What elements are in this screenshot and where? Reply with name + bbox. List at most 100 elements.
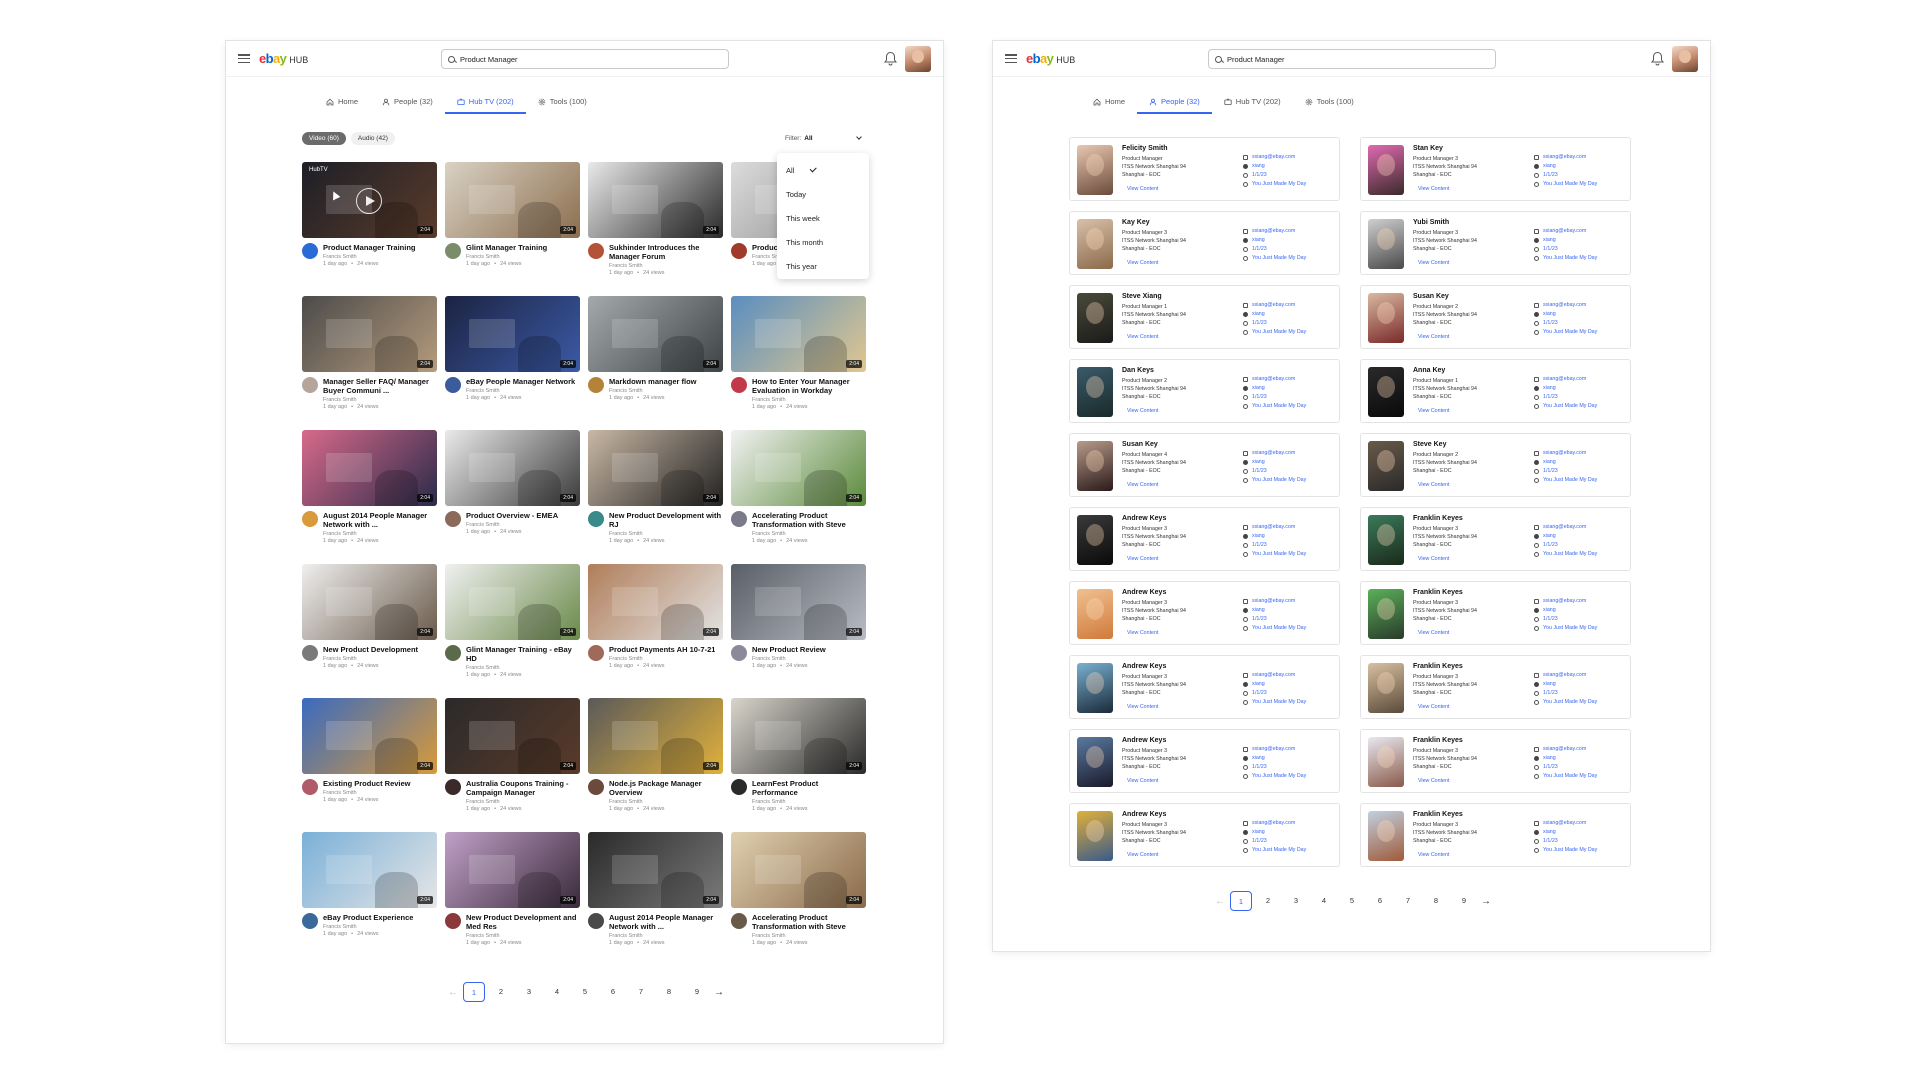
- view-content-link[interactable]: View Content: [1418, 334, 1449, 340]
- bell-icon[interactable]: [884, 51, 897, 66]
- video-title[interactable]: New Product Development and Med Res: [466, 913, 580, 931]
- person-photo[interactable]: [1077, 589, 1113, 639]
- person-note[interactable]: You Just Made My Day: [1243, 329, 1306, 335]
- video-title[interactable]: Australia Coupons Training - Campaign Ma…: [466, 779, 580, 797]
- tab-people[interactable]: People (32): [1137, 91, 1212, 114]
- person-email[interactable]: sxiang@ebay.com: [1243, 376, 1295, 382]
- person-name[interactable]: Franklin Keyes: [1413, 811, 1463, 818]
- person-photo[interactable]: [1368, 145, 1404, 195]
- dropdown-option-this-year[interactable]: This year: [777, 255, 869, 279]
- video-thumbnail[interactable]: 2:04: [588, 296, 723, 372]
- person-photo[interactable]: [1077, 737, 1113, 787]
- person-photo[interactable]: [1368, 293, 1404, 343]
- avatar[interactable]: [302, 779, 318, 795]
- person-note[interactable]: You Just Made My Day: [1534, 403, 1597, 409]
- person-card[interactable]: Yubi Smith Product Manager 3 ITSS Network …: [1360, 211, 1631, 275]
- video-card[interactable]: 2:04 Glint Manager Training Francis Smith 1…: [445, 162, 580, 296]
- avatar[interactable]: [731, 913, 747, 929]
- avatar[interactable]: [588, 779, 604, 795]
- video-thumbnail[interactable]: 2:04: [588, 832, 723, 908]
- person-user[interactable]: xiang: [1534, 533, 1556, 539]
- video-thumbnail[interactable]: 2:04: [731, 832, 866, 908]
- person-card[interactable]: Felicity Smith Product Manager ITSS Networ…: [1069, 137, 1340, 201]
- video-card[interactable]: 2:04 Accelerating Product Transformation …: [731, 832, 866, 966]
- person-name[interactable]: Franklin Keyes: [1413, 515, 1463, 522]
- page-button[interactable]: 6: [1368, 891, 1392, 911]
- person-note[interactable]: You Just Made My Day: [1243, 625, 1306, 631]
- tab-hub-tv[interactable]: Hub TV (202): [1212, 91, 1293, 114]
- person-photo[interactable]: [1368, 441, 1404, 491]
- person-code[interactable]: 1/1/23: [1243, 320, 1267, 326]
- view-content-link[interactable]: View Content: [1418, 260, 1449, 266]
- person-email[interactable]: sxiang@ebay.com: [1243, 228, 1295, 234]
- video-title[interactable]: New Product Review: [752, 645, 826, 654]
- person-photo[interactable]: [1077, 811, 1113, 861]
- person-email[interactable]: sxiang@ebay.com: [1534, 820, 1586, 826]
- person-name[interactable]: Andrew Keys: [1122, 515, 1166, 522]
- person-code[interactable]: 1/1/23: [1243, 616, 1267, 622]
- dropdown-option-all[interactable]: All: [777, 159, 869, 183]
- person-name[interactable]: Susan Key: [1413, 293, 1449, 300]
- person-name[interactable]: Andrew Keys: [1122, 737, 1166, 744]
- video-title[interactable]: Accelerating Product Transformation with…: [752, 511, 866, 529]
- person-name[interactable]: Franklin Keyes: [1413, 589, 1463, 596]
- chip-audio[interactable]: Audio (42): [350, 132, 395, 145]
- person-user[interactable]: xiang: [1534, 237, 1556, 243]
- avatar[interactable]: [588, 511, 604, 527]
- person-photo[interactable]: [1368, 367, 1404, 417]
- video-card[interactable]: 2:04 eBay Product Experience Francis Smith…: [302, 832, 437, 966]
- video-card[interactable]: HubTV 2:04 Product Manager Training Francis…: [302, 162, 437, 296]
- person-note[interactable]: You Just Made My Day: [1534, 699, 1597, 705]
- person-code[interactable]: 1/1/23: [1243, 172, 1267, 178]
- avatar[interactable]: [731, 779, 747, 795]
- view-content-link[interactable]: View Content: [1127, 704, 1158, 710]
- person-user[interactable]: xiang: [1243, 385, 1265, 391]
- person-email[interactable]: sxiang@ebay.com: [1534, 672, 1586, 678]
- video-card[interactable]: 2:04 Existing Product Review Francis Smith…: [302, 698, 437, 832]
- person-email[interactable]: sxiang@ebay.com: [1243, 302, 1295, 308]
- person-name[interactable]: Kay Key: [1122, 219, 1150, 226]
- page-button[interactable]: 7: [629, 982, 653, 1002]
- video-thumbnail[interactable]: 2:04: [302, 564, 437, 640]
- person-user[interactable]: xiang: [1534, 681, 1556, 687]
- video-thumbnail[interactable]: 2:04: [302, 430, 437, 506]
- avatar[interactable]: [588, 243, 604, 259]
- view-content-link[interactable]: View Content: [1418, 186, 1449, 192]
- video-title[interactable]: eBay Product Experience: [323, 913, 413, 922]
- avatar[interactable]: [445, 645, 461, 661]
- person-card[interactable]: Anna Key Product Manager 1 ITSS Network Sh…: [1360, 359, 1631, 423]
- page-button[interactable]: 7: [1396, 891, 1420, 911]
- video-thumbnail[interactable]: 2:04: [445, 564, 580, 640]
- avatar[interactable]: [302, 645, 318, 661]
- menu-icon[interactable]: [1005, 54, 1017, 63]
- person-user[interactable]: xiang: [1243, 311, 1265, 317]
- video-card[interactable]: 2:04 New Product Review Francis Smith 1 day…: [731, 564, 866, 698]
- person-email[interactable]: sxiang@ebay.com: [1534, 376, 1586, 382]
- avatar[interactable]: [445, 511, 461, 527]
- person-email[interactable]: sxiang@ebay.com: [1534, 746, 1586, 752]
- video-card[interactable]: 2:04 Markdown manager flow Francis Smith 1 …: [588, 296, 723, 430]
- avatar[interactable]: [588, 913, 604, 929]
- person-code[interactable]: 1/1/23: [1243, 838, 1267, 844]
- video-title[interactable]: Product Manager Training: [323, 243, 416, 252]
- person-photo[interactable]: [1368, 589, 1404, 639]
- view-content-link[interactable]: View Content: [1127, 556, 1158, 562]
- person-note[interactable]: You Just Made My Day: [1243, 477, 1306, 483]
- person-email[interactable]: sxiang@ebay.com: [1243, 820, 1295, 826]
- search-box[interactable]: [1208, 49, 1496, 69]
- person-note[interactable]: You Just Made My Day: [1243, 255, 1306, 261]
- person-card[interactable]: Franklin Keyes Product Manager 3 ITSS Netw…: [1360, 729, 1631, 793]
- person-note[interactable]: You Just Made My Day: [1243, 847, 1306, 853]
- person-name[interactable]: Yubi Smith: [1413, 219, 1449, 226]
- avatar[interactable]: [302, 913, 318, 929]
- person-photo[interactable]: [1368, 737, 1404, 787]
- video-card[interactable]: 2:04 Glint Manager Training - eBay HD Fran…: [445, 564, 580, 698]
- video-card[interactable]: 2:04 August 2014 People Manager Network w…: [302, 430, 437, 564]
- person-email[interactable]: sxiang@ebay.com: [1534, 598, 1586, 604]
- search-input[interactable]: [460, 54, 722, 64]
- person-name[interactable]: Susan Key: [1122, 441, 1158, 448]
- person-code[interactable]: 1/1/23: [1534, 838, 1558, 844]
- video-title[interactable]: Markdown manager flow: [609, 377, 697, 386]
- person-email[interactable]: sxiang@ebay.com: [1534, 524, 1586, 530]
- person-user[interactable]: xiang: [1534, 607, 1556, 613]
